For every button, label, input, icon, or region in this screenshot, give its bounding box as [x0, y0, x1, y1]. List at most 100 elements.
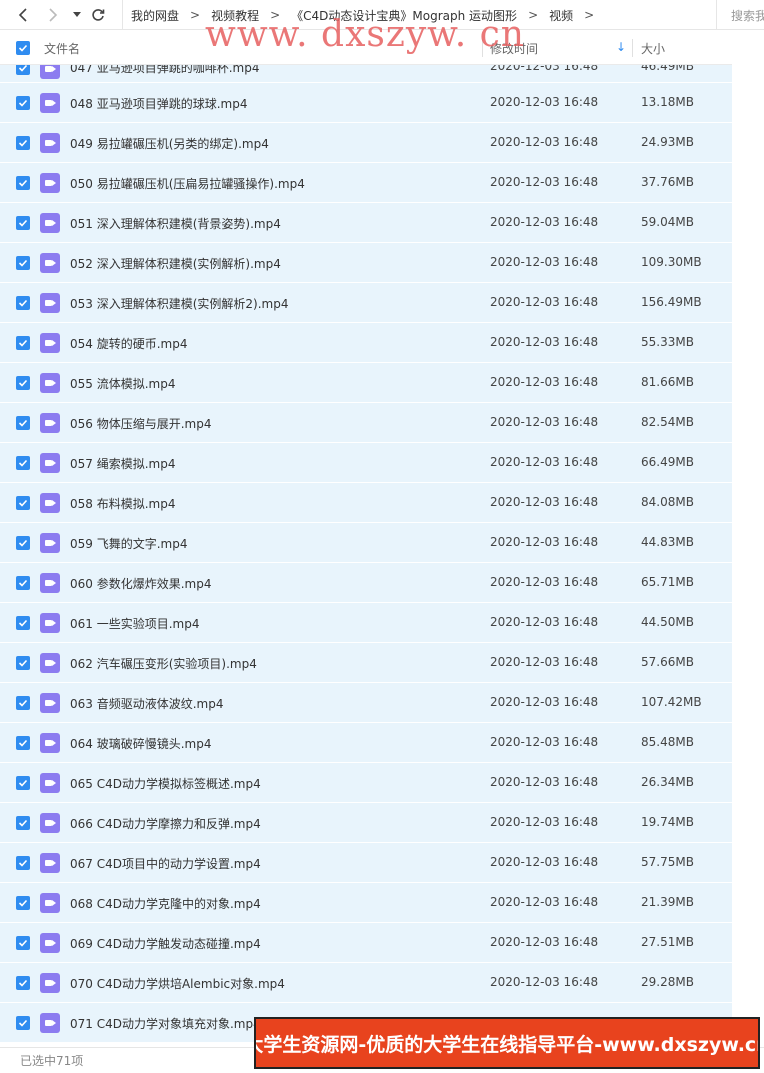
file-name[interactable]: 055 流体模拟.mp4: [70, 375, 175, 392]
file-size: 109.30MB: [641, 255, 702, 269]
search-input[interactable]: 搜索我: [716, 0, 764, 30]
column-divider[interactable]: [632, 39, 633, 57]
file-name[interactable]: 071 C4D动力学对象填充对象.mp4: [70, 1015, 261, 1032]
file-row[interactable]: 062 汽车碾压变形(实验项目).mp4 2020-12-03 16:48 57.6…: [0, 643, 732, 683]
row-checkbox[interactable]: [16, 256, 30, 270]
forward-button[interactable]: [44, 5, 62, 25]
file-row[interactable]: 055 流体模拟.mp4 2020-12-03 16:48 81.66MB: [0, 363, 732, 403]
file-row[interactable]: 050 易拉罐碾压机(压扁易拉罐骚操作).mp4 2020-12-03 16:48…: [0, 163, 732, 203]
row-checkbox[interactable]: [16, 656, 30, 670]
row-checkbox[interactable]: [16, 376, 30, 390]
row-checkbox[interactable]: [16, 216, 30, 230]
file-name[interactable]: 068 C4D动力学克隆中的对象.mp4: [70, 895, 261, 912]
file-row[interactable]: 065 C4D动力学模拟标签概述.mp4 2020-12-03 16:48 26.3…: [0, 763, 732, 803]
search-placeholder: 搜索我: [731, 8, 764, 23]
file-row[interactable]: 066 C4D动力学摩擦力和反弹.mp4 2020-12-03 16:48 19.7…: [0, 803, 732, 843]
file-name[interactable]: 052 深入理解体积建模(实例解析).mp4: [70, 255, 281, 272]
row-checkbox[interactable]: [16, 576, 30, 590]
row-checkbox[interactable]: [16, 65, 30, 75]
check-icon: [18, 979, 28, 987]
back-button[interactable]: [14, 5, 32, 25]
file-name[interactable]: 066 C4D动力学摩擦力和反弹.mp4: [70, 815, 261, 832]
file-modified: 2020-12-03 16:48: [490, 895, 599, 909]
file-name[interactable]: 048 亚马逊项目弹跳的球球.mp4: [70, 95, 247, 112]
row-checkbox[interactable]: [16, 616, 30, 630]
file-row[interactable]: 063 音频驱动液体波纹.mp4 2020-12-03 16:48 107.42MB: [0, 683, 732, 723]
row-checkbox[interactable]: [16, 416, 30, 430]
breadcrumb-item[interactable]: 我的网盘: [131, 7, 179, 24]
file-name[interactable]: 062 汽车碾压变形(实验项目).mp4: [70, 655, 257, 672]
file-row[interactable]: 051 深入理解体积建模(背景姿势).mp4 2020-12-03 16:48 59…: [0, 203, 732, 243]
file-name[interactable]: 069 C4D动力学触发动态碰撞.mp4: [70, 935, 261, 952]
file-name[interactable]: 064 玻璃破碎慢镜头.mp4: [70, 735, 211, 752]
row-checkbox[interactable]: [16, 296, 30, 310]
file-name[interactable]: 065 C4D动力学模拟标签概述.mp4: [70, 775, 261, 792]
file-name[interactable]: 054 旋转的硬币.mp4: [70, 335, 187, 352]
file-row[interactable]: 070 C4D动力学烘培Alembic对象.mp4 2020-12-03 16:4…: [0, 963, 732, 1003]
file-name[interactable]: 070 C4D动力学烘培Alembic对象.mp4: [70, 975, 285, 992]
file-name[interactable]: 061 一些实验项目.mp4: [70, 615, 199, 632]
row-checkbox[interactable]: [16, 896, 30, 910]
row-checkbox[interactable]: [16, 976, 30, 990]
history-dropdown-button[interactable]: [70, 5, 84, 25]
file-name[interactable]: 067 C4D项目中的动力学设置.mp4: [70, 855, 261, 872]
file-row[interactable]: 047 亚马逊项目弹跳的咖啡杯.mp4 2020-12-03 16:48 46.49…: [0, 65, 732, 83]
row-checkbox[interactable]: [16, 816, 30, 830]
file-name[interactable]: 050 易拉罐碾压机(压扁易拉罐骚操作).mp4: [70, 175, 305, 192]
row-checkbox[interactable]: [16, 456, 30, 470]
breadcrumb-item[interactable]: 视频: [549, 7, 573, 24]
row-checkbox[interactable]: [16, 336, 30, 350]
file-name[interactable]: 051 深入理解体积建模(背景姿势).mp4: [70, 215, 281, 232]
file-row[interactable]: 067 C4D项目中的动力学设置.mp4 2020-12-03 16:48 57.7…: [0, 843, 732, 883]
row-checkbox[interactable]: [16, 496, 30, 510]
file-name[interactable]: 058 布料模拟.mp4: [70, 495, 175, 512]
file-row[interactable]: 048 亚马逊项目弹跳的球球.mp4 2020-12-03 16:48 13.18M…: [0, 83, 732, 123]
file-row[interactable]: 064 玻璃破碎慢镜头.mp4 2020-12-03 16:48 85.48MB: [0, 723, 732, 763]
row-checkbox[interactable]: [16, 776, 30, 790]
refresh-button[interactable]: [88, 5, 108, 25]
file-name[interactable]: 053 深入理解体积建模(实例解析2).mp4: [70, 295, 288, 312]
column-size-header[interactable]: 大小: [641, 31, 665, 65]
row-checkbox[interactable]: [16, 736, 30, 750]
file-row[interactable]: 069 C4D动力学触发动态碰撞.mp4 2020-12-03 16:48 27.5…: [0, 923, 732, 963]
file-row[interactable]: 068 C4D动力学克隆中的对象.mp4 2020-12-03 16:48 21.3…: [0, 883, 732, 923]
file-name[interactable]: 047 亚马逊项目弹跳的咖啡杯.mp4: [70, 65, 259, 76]
file-modified: 2020-12-03 16:48: [490, 855, 599, 869]
file-row[interactable]: 059 飞舞的文字.mp4 2020-12-03 16:48 44.83MB: [0, 523, 732, 563]
file-name[interactable]: 057 绳索模拟.mp4: [70, 455, 175, 472]
check-icon: [18, 739, 28, 747]
file-name[interactable]: 049 易拉罐碾压机(另类的绑定).mp4: [70, 135, 269, 152]
video-file-icon: [40, 293, 60, 313]
row-checkbox[interactable]: [16, 536, 30, 550]
file-row[interactable]: 056 物体压缩与展开.mp4 2020-12-03 16:48 82.54MB: [0, 403, 732, 443]
file-row[interactable]: 053 深入理解体积建模(实例解析2).mp4 2020-12-03 16:48 1…: [0, 283, 732, 323]
scrollbar[interactable]: [732, 31, 764, 1047]
file-row[interactable]: 061 一些实验项目.mp4 2020-12-03 16:48 44.50MB: [0, 603, 732, 643]
row-checkbox[interactable]: [16, 136, 30, 150]
video-file-icon: [40, 733, 60, 753]
video-file-icon: [40, 133, 60, 153]
file-name[interactable]: 056 物体压缩与展开.mp4: [70, 415, 211, 432]
column-name-header[interactable]: 文件名: [44, 31, 80, 65]
video-file-icon: [40, 573, 60, 593]
checkbox[interactable]: [16, 41, 30, 55]
file-modified: 2020-12-03 16:48: [490, 495, 599, 509]
row-checkbox[interactable]: [16, 1016, 30, 1030]
row-checkbox[interactable]: [16, 856, 30, 870]
file-row[interactable]: 057 绳索模拟.mp4 2020-12-03 16:48 66.49MB: [0, 443, 732, 483]
file-row[interactable]: 058 布料模拟.mp4 2020-12-03 16:48 84.08MB: [0, 483, 732, 523]
select-all-checkbox[interactable]: [16, 31, 30, 65]
row-checkbox[interactable]: [16, 176, 30, 190]
file-modified: 2020-12-03 16:48: [490, 255, 599, 269]
file-name[interactable]: 059 飞舞的文字.mp4: [70, 535, 187, 552]
row-checkbox[interactable]: [16, 96, 30, 110]
row-checkbox[interactable]: [16, 936, 30, 950]
file-name[interactable]: 063 音频驱动液体波纹.mp4: [70, 695, 223, 712]
file-row[interactable]: 049 易拉罐碾压机(另类的绑定).mp4 2020-12-03 16:48 24.…: [0, 123, 732, 163]
row-checkbox[interactable]: [16, 696, 30, 710]
file-name[interactable]: 060 参数化爆炸效果.mp4: [70, 575, 211, 592]
file-row[interactable]: 052 深入理解体积建模(实例解析).mp4 2020-12-03 16:48 10…: [0, 243, 732, 283]
file-row[interactable]: 054 旋转的硬币.mp4 2020-12-03 16:48 55.33MB: [0, 323, 732, 363]
file-row[interactable]: 060 参数化爆炸效果.mp4 2020-12-03 16:48 65.71MB: [0, 563, 732, 603]
file-size: 85.48MB: [641, 735, 694, 749]
